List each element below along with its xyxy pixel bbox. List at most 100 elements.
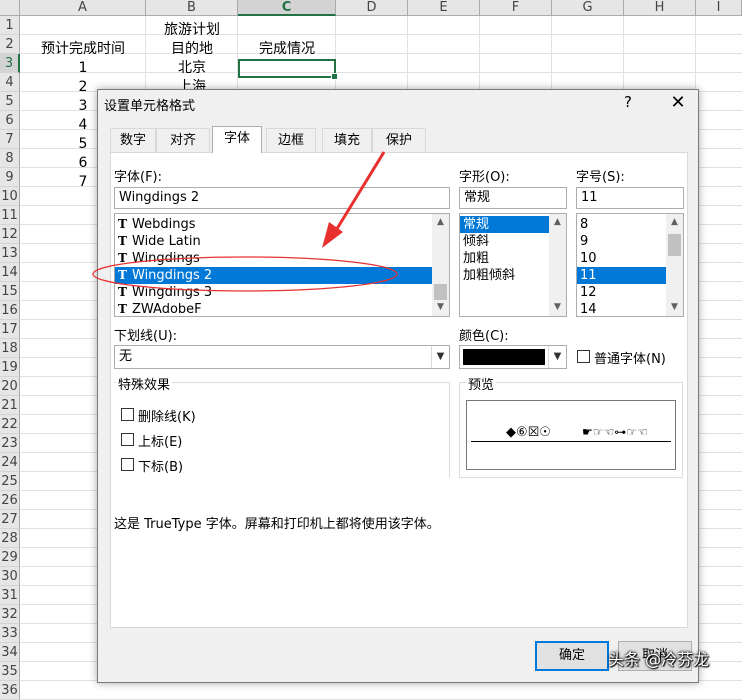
column-header-h[interactable]: H [624, 0, 696, 16]
normal-font-checkbox[interactable] [577, 350, 590, 363]
scroll-thumb[interactable] [668, 234, 681, 256]
scroll-up-icon[interactable]: ▲ [549, 214, 566, 231]
row-header-4[interactable]: 4 [0, 73, 20, 92]
row-header-7[interactable]: 7 [0, 130, 20, 149]
cell-a2[interactable]: 预计完成时间 [20, 40, 146, 59]
size-list-scrollbar[interactable]: ▲ ▼ [666, 214, 683, 316]
row-header-3[interactable]: 3 [0, 54, 20, 73]
scroll-down-icon[interactable]: ▼ [432, 299, 449, 316]
row-header-17[interactable]: 17 [0, 320, 20, 339]
tab-protection[interactable]: 保护 [372, 128, 426, 152]
row-header-19[interactable]: 19 [0, 358, 20, 377]
chevron-down-icon[interactable]: ▼ [431, 346, 449, 368]
close-icon[interactable]: ✕ [665, 90, 691, 116]
tab-alignment[interactable]: 对齐 [156, 128, 210, 152]
row-header-10[interactable]: 10 [0, 187, 20, 206]
row-header-6[interactable]: 6 [0, 111, 20, 130]
row-header-32[interactable]: 32 [0, 605, 20, 624]
row-header-20[interactable]: 20 [0, 377, 20, 396]
font-name-input[interactable]: Wingdings 2 [114, 187, 450, 209]
size-label: 字号(S): [576, 170, 625, 185]
style-list[interactable]: 常规 倾斜 加粗 加粗倾斜 ▲ ▼ [459, 213, 567, 317]
row-header-36[interactable]: 36 [0, 681, 20, 700]
font-item-wingdings[interactable]: T Wingdings [115, 250, 449, 267]
scroll-thumb[interactable] [434, 284, 447, 300]
subscript-checkbox[interactable] [121, 458, 134, 471]
row-header-35[interactable]: 35 [0, 662, 20, 681]
size-list[interactable]: 8 9 10 11 12 14 ▲ ▼ [576, 213, 684, 317]
cell-b1[interactable]: 旅游计划 [146, 21, 238, 40]
select-all-corner[interactable] [0, 0, 20, 16]
row-header-5[interactable]: 5 [0, 92, 20, 111]
color-dropdown[interactable]: ▼ [459, 345, 567, 369]
column-header-d[interactable]: D [336, 0, 408, 16]
font-item-wingdings-2[interactable]: T Wingdings 2 [115, 267, 432, 284]
size-item-selected[interactable]: 11 [577, 267, 666, 284]
scroll-down-icon[interactable]: ▼ [549, 299, 566, 316]
row-header-15[interactable]: 15 [0, 282, 20, 301]
row-header-11[interactable]: 11 [0, 206, 20, 225]
help-icon[interactable]: ? [624, 93, 632, 111]
font-list-scrollbar[interactable]: ▲ ▼ [432, 214, 449, 316]
preview-group: 预览 ◆⑥☒☉ ☛☞☜⊶☞☜ [459, 374, 683, 478]
preview-text-left: ◆⑥☒☉ [503, 425, 554, 440]
chevron-down-icon[interactable]: ▼ [548, 346, 566, 368]
row-header-16[interactable]: 16 [0, 301, 20, 320]
strikethrough-checkbox[interactable] [121, 408, 134, 421]
row-header-23[interactable]: 23 [0, 434, 20, 453]
row-header-1[interactable]: 1 [0, 16, 20, 35]
column-header-e[interactable]: E [408, 0, 480, 16]
row-header-30[interactable]: 30 [0, 567, 20, 586]
font-item-zwadobef[interactable]: T ZWAdobeF [115, 301, 449, 316]
row-header-21[interactable]: 21 [0, 396, 20, 415]
row-header-25[interactable]: 25 [0, 472, 20, 491]
ok-button[interactable]: 确定 [535, 641, 609, 671]
row-header-13[interactable]: 13 [0, 244, 20, 263]
row-header-29[interactable]: 29 [0, 548, 20, 567]
tab-font[interactable]: 字体 [212, 126, 262, 153]
active-cell-c3[interactable] [238, 59, 338, 80]
row-header-18[interactable]: 18 [0, 339, 20, 358]
row-header-14[interactable]: 14 [0, 263, 20, 282]
column-header-b[interactable]: B [146, 0, 238, 16]
tab-border[interactable]: 边框 [266, 128, 316, 152]
cell-b2[interactable]: 目的地 [146, 40, 238, 59]
row-header-9[interactable]: 9 [0, 168, 20, 187]
color-label: 颜色(C): [459, 329, 509, 344]
font-item-wide-latin[interactable]: T Wide Latin [115, 233, 449, 250]
row-header-26[interactable]: 26 [0, 491, 20, 510]
size-input[interactable]: 11 [576, 187, 684, 209]
underline-dropdown[interactable]: 无 ▼ [114, 345, 450, 369]
style-item-regular[interactable]: 常规 [460, 216, 549, 233]
column-header-f[interactable]: F [480, 0, 552, 16]
row-header-34[interactable]: 34 [0, 643, 20, 662]
scroll-up-icon[interactable]: ▲ [432, 214, 449, 231]
row-header-2[interactable]: 2 [0, 35, 20, 54]
superscript-checkbox[interactable] [121, 433, 134, 446]
tab-fill[interactable]: 填充 [322, 128, 372, 152]
font-item-webdings[interactable]: T Webdings [115, 216, 449, 233]
font-list[interactable]: T Webdings T Wide Latin T Wingdings T Wingdi… [114, 213, 450, 317]
cell-a3[interactable]: 1 [20, 59, 146, 78]
row-header-31[interactable]: 31 [0, 586, 20, 605]
row-header-27[interactable]: 27 [0, 510, 20, 529]
column-header-c[interactable]: C [238, 0, 336, 16]
column-header-a[interactable]: A [20, 0, 146, 16]
font-item-wingdings-3[interactable]: T Wingdings 3 [115, 284, 449, 301]
row-header-28[interactable]: 28 [0, 529, 20, 548]
column-header-i[interactable]: I [696, 0, 742, 16]
scroll-up-icon[interactable]: ▲ [666, 214, 683, 231]
cell-b3[interactable]: 北京 [146, 59, 238, 78]
scroll-down-icon[interactable]: ▼ [666, 299, 683, 316]
style-list-scrollbar[interactable]: ▲ ▼ [549, 214, 566, 316]
style-input[interactable]: 常规 [459, 187, 567, 209]
row-header-33[interactable]: 33 [0, 624, 20, 643]
row-header-12[interactable]: 12 [0, 225, 20, 244]
row-header-8[interactable]: 8 [0, 149, 20, 168]
row-header-24[interactable]: 24 [0, 453, 20, 472]
column-header-g[interactable]: G [552, 0, 624, 16]
row-header-22[interactable]: 22 [0, 415, 20, 434]
preview-baseline [471, 441, 671, 442]
cell-c2[interactable]: 完成情况 [238, 40, 336, 59]
tab-number[interactable]: 数字 [110, 128, 156, 152]
